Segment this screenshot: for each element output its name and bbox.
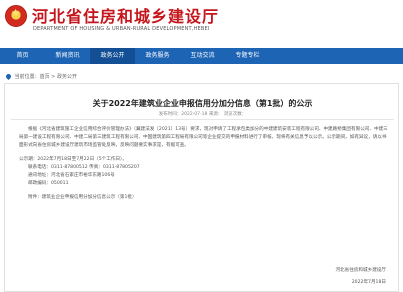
nav-item-news[interactable]: 新闻资讯: [45, 48, 90, 64]
breadcrumb-text[interactable]: 当前位置：首页 > 政务公开: [15, 74, 77, 80]
paragraph-address: 通讯地址：河北省石家庄市裕华东路106号: [28, 173, 115, 178]
nav-item-services[interactable]: 政务服务: [135, 48, 180, 64]
nav-item-home[interactable]: 首页: [0, 48, 45, 64]
paragraph-period: 公示期：2022年7月18日至7月22日（5个工作日）。: [19, 157, 127, 162]
divider: [11, 119, 394, 120]
article-body: 根据《河北省建筑施工企业信用综合评价管理办法》（冀建法发〔2021〕13号）要求…: [19, 126, 389, 202]
sign-organization: 河北省住房和城乡建设厅: [335, 268, 386, 273]
site-title[interactable]: 河北省住房和城乡建设厅: [32, 3, 219, 27]
national-emblem-icon: [5, 5, 27, 27]
paragraph-intro: 根据《河北省建筑施工企业信用综合评价管理办法》（冀建法发〔2021〕13号）要求…: [19, 127, 388, 148]
sign-date: 2022年7月18日: [351, 280, 386, 285]
site-header: 河北省住房和城乡建设厅 DEPARTMENT OF HOUSING & URBA…: [0, 0, 403, 45]
nav-item-topics[interactable]: 专题专栏: [225, 48, 270, 64]
paragraph-postcode: 邮政编码：050011: [28, 181, 69, 186]
nav-item-interaction[interactable]: 互动交流: [180, 48, 225, 64]
article-meta: 发布时间：2022-07-18 来源： 浏览次数：: [158, 112, 247, 117]
paragraph-phone: 联系电话：0311-87800512 传真：0311-87805207: [28, 165, 140, 170]
attachment-link[interactable]: 附件：建筑业企业申报信用分加分信息公示（第1批）: [19, 194, 389, 202]
breadcrumb: 当前位置：首页 > 政务公开: [4, 72, 77, 81]
article-title: 关于2022年建筑业企业申报信用分加分信息（第1批）的公示: [92, 99, 313, 108]
main-nav: 首页 新闻资讯 政务公开 政务服务 互动交流 专题专栏: [0, 48, 403, 64]
site-subtitle: DEPARTMENT OF HOUSING & URBAN-RURAL DEVE…: [33, 26, 210, 32]
location-pin-icon: [4, 72, 13, 81]
nav-item-public-affairs[interactable]: 政务公开: [90, 48, 135, 64]
article-panel: 关于2022年建筑业企业申报信用分加分信息（第1批）的公示 发布时间：2022-…: [4, 83, 399, 292]
